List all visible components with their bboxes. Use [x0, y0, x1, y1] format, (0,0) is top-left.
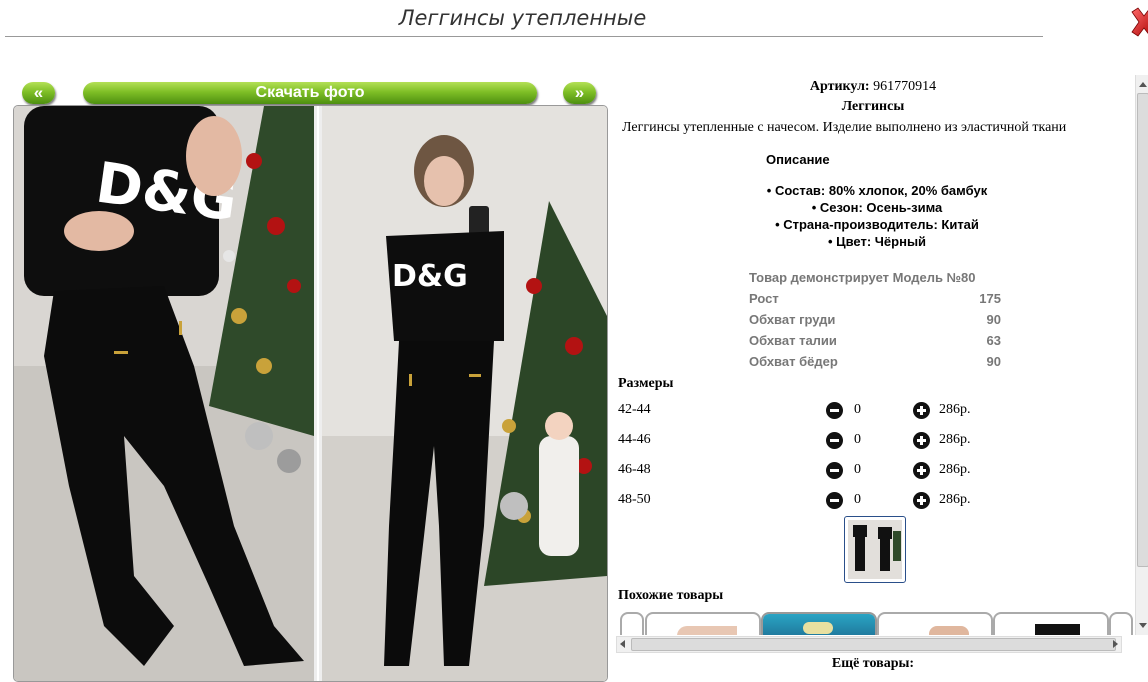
model-row: Рост 175	[749, 288, 1001, 309]
model-row-value: 175	[979, 291, 1001, 306]
size-label: 48-50	[618, 492, 651, 507]
scrollbar-thumb[interactable]	[1137, 93, 1148, 567]
model-row: Обхват талии 63	[749, 330, 1001, 351]
minus-icon[interactable]	[826, 462, 843, 479]
similar-products-heading: Похожие товары	[618, 588, 724, 603]
feature-list: • Состав: 80% хлопок, 20% бамбук • Сезон…	[712, 182, 1042, 250]
photo-thumbnail[interactable]	[844, 516, 906, 583]
model-row-value: 63	[986, 333, 1001, 348]
plus-icon[interactable]	[913, 432, 930, 449]
model-row: Обхват бёдер 90	[749, 351, 1001, 372]
more-products-heading: Ещё товары:	[831, 656, 915, 671]
scroll-right-icon[interactable]	[1113, 640, 1118, 648]
next-photo-button[interactable]: »	[563, 82, 596, 104]
svg-text:D&G: D&G	[392, 259, 468, 294]
scroll-up-icon[interactable]	[1139, 82, 1147, 87]
similar-product-card[interactable]	[993, 612, 1109, 635]
download-photo-button[interactable]: Скачать фото	[83, 82, 537, 104]
scroll-left-icon[interactable]	[620, 640, 625, 648]
plus-icon[interactable]	[913, 402, 930, 419]
size-price: 286р.	[939, 462, 971, 477]
product-name: Леггинсы	[841, 99, 905, 114]
model-row: Обхват груди 90	[749, 309, 1001, 330]
product-details-panel: Артикул: 961770914 Леггинсы Леггинсы уте…	[612, 75, 1134, 635]
article-label: Артикул:	[809, 79, 870, 94]
size-quantity: 0	[854, 462, 861, 477]
article-value: 961770914	[873, 79, 937, 94]
plus-icon[interactable]	[913, 492, 930, 509]
feature-item: • Страна-производитель: Китай	[775, 217, 979, 232]
similar-product-card[interactable]	[645, 612, 761, 635]
scrollbar-thumb[interactable]	[631, 638, 1116, 651]
feature-item: • Состав: 80% хлопок, 20% бамбук	[766, 183, 988, 198]
feature-item: • Сезон: Осень-зима	[811, 200, 943, 215]
size-quantity: 0	[854, 402, 861, 417]
sizes-heading: Размеры	[618, 376, 674, 391]
similar-product-card[interactable]	[761, 612, 877, 635]
similar-product-card[interactable]	[620, 612, 644, 635]
minus-icon[interactable]	[826, 432, 843, 449]
model-row-label: Обхват бёдер	[749, 354, 838, 369]
page-title: Леггинсы утепленные	[398, 6, 647, 30]
size-row: 46-48 0 286р.	[618, 460, 1018, 480]
product-photo: D&G D&G	[13, 105, 608, 682]
model-row-label: Обхват талии	[749, 333, 837, 348]
similar-horizontal-scrollbar[interactable]	[616, 636, 1122, 653]
size-label: 42-44	[618, 402, 651, 417]
model-row-value: 90	[986, 312, 1001, 327]
minus-icon[interactable]	[826, 402, 843, 419]
product-short-description: Леггинсы утепленные с начесом. Изделие в…	[622, 120, 1067, 135]
model-row-value: 90	[986, 354, 1001, 369]
size-quantity: 0	[854, 492, 861, 507]
article-line: Артикул: 961770914	[612, 79, 1134, 95]
model-heading: Товар демонстрирует Модель №80	[749, 270, 976, 285]
title-divider	[5, 36, 1043, 37]
similar-product-card[interactable]	[877, 612, 993, 635]
size-quantity: 0	[854, 432, 861, 447]
size-row: 48-50 0 286р.	[618, 490, 1018, 510]
description-heading: Описание	[766, 152, 830, 167]
size-price: 286р.	[939, 492, 971, 507]
size-label: 46-48	[618, 462, 651, 477]
size-row: 44-46 0 286р.	[618, 430, 1018, 450]
similar-product-card[interactable]	[1109, 612, 1133, 635]
minus-icon[interactable]	[826, 492, 843, 509]
prev-photo-button[interactable]: «	[22, 82, 55, 104]
feature-item: • Цвет: Чёрный	[827, 234, 927, 249]
size-price: 286р.	[939, 402, 971, 417]
size-price: 286р.	[939, 432, 971, 447]
details-vertical-scrollbar[interactable]	[1135, 75, 1148, 635]
model-row-label: Рост	[749, 291, 779, 306]
model-row-label: Обхват груди	[749, 312, 836, 327]
size-row: 42-44 0 286р.	[618, 400, 1018, 420]
model-measurements: Товар демонстрирует Модель №80 Рост 175 О…	[749, 267, 1001, 372]
size-label: 44-46	[618, 432, 651, 447]
scroll-down-icon[interactable]	[1139, 623, 1147, 628]
close-icon[interactable]	[1128, 6, 1148, 38]
plus-icon[interactable]	[913, 462, 930, 479]
